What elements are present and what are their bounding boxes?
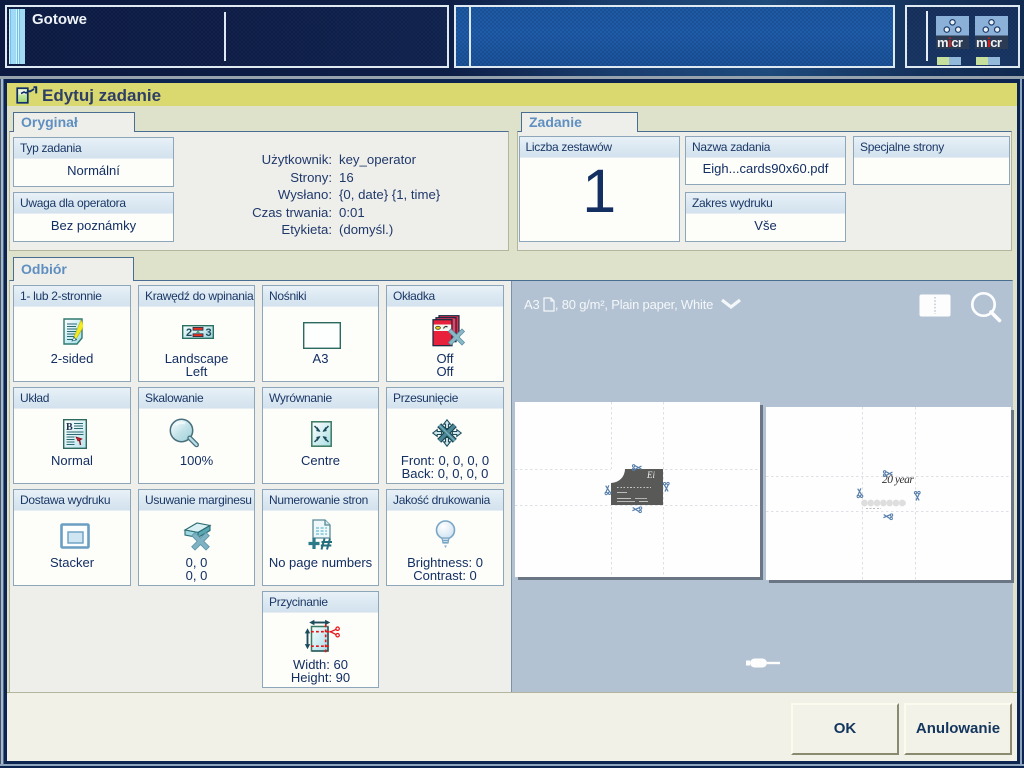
svg-text:2: 2 bbox=[186, 327, 192, 339]
svg-text:B: B bbox=[66, 422, 73, 433]
svg-text:micr: micr bbox=[937, 35, 963, 49]
svg-text:3: 3 bbox=[205, 327, 211, 339]
svg-text:micr: micr bbox=[976, 35, 1002, 49]
